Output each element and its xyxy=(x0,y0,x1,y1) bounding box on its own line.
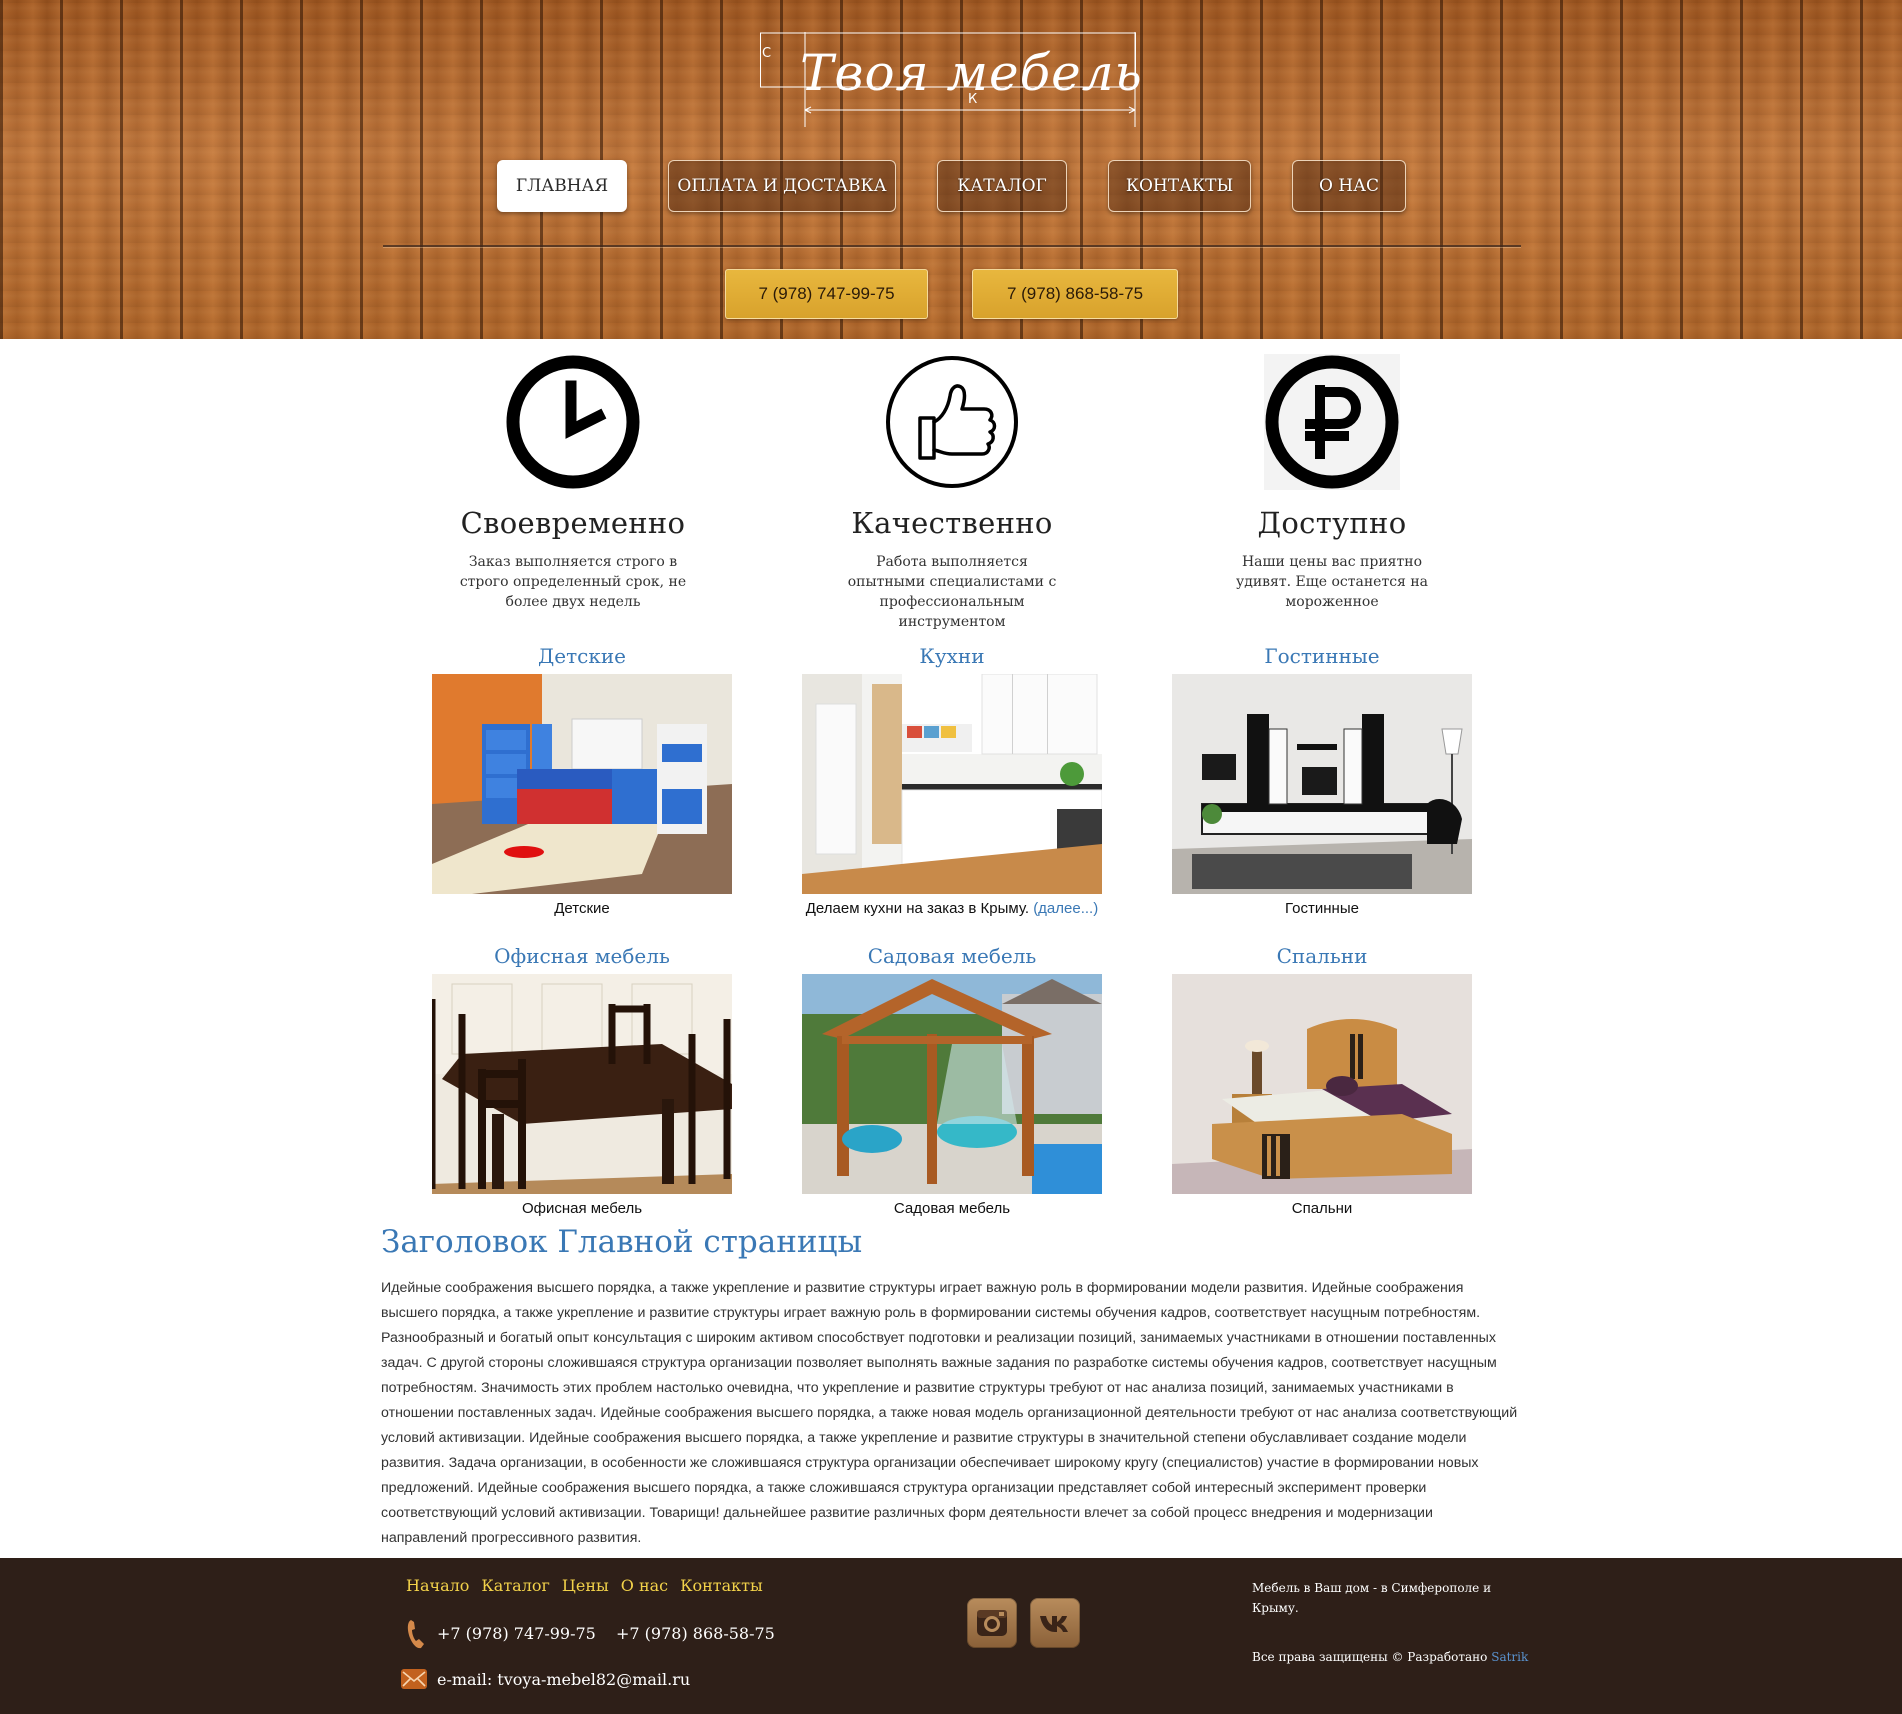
vk-icon xyxy=(1040,1616,1068,1632)
catalog-item-kids: Детские Детские xyxy=(432,642,732,917)
ruble-icon xyxy=(1264,354,1400,490)
feature-text: Заказ выполняется строго в строго опреде… xyxy=(459,554,687,610)
footer-phone-2[interactable]: +7 (978) 868-58-75 xyxy=(616,1624,775,1643)
site-logo[interactable]: Твоя мебель С К xyxy=(760,30,1142,128)
page-title: Заголовок Главной страницы xyxy=(381,1224,863,1260)
garden-furniture-image[interactable] xyxy=(802,974,1102,1194)
main-article: Заголовок Главной страницы Идейные сообр… xyxy=(381,1224,1521,1551)
catalog-title-link[interactable]: Садовая мебель xyxy=(802,942,1102,974)
article-body: Идейные соображения высшего порядка, а т… xyxy=(381,1280,1518,1546)
catalog-item-office: Офисная мебель Офисная мебель xyxy=(432,942,732,1217)
feature-text: Наши цены вас приятно удивят. Еще остане… xyxy=(1235,554,1429,610)
footer: Начало Каталог Цены О нас Контакты +7 (9… xyxy=(0,1558,1902,1714)
footer-nav: Начало Каталог Цены О нас Контакты xyxy=(406,1576,763,1595)
instagram-button[interactable] xyxy=(967,1598,1017,1648)
developer-link[interactable]: Satrik xyxy=(1491,1650,1528,1664)
catalog-caption: Детские xyxy=(554,900,610,917)
header-divider xyxy=(383,245,1521,247)
footer-email[interactable]: e-mail: tvoya-mebel82@mail.ru xyxy=(437,1670,690,1689)
header-banner: Твоя мебель С К Главная Оплата и доставк… xyxy=(0,0,1902,339)
catalog-caption: Офисная мебель xyxy=(521,1200,643,1217)
footer-link-contacts[interactable]: Контакты xyxy=(680,1576,763,1595)
feature-title: Своевременно xyxy=(460,506,686,540)
catalog-title-link[interactable]: Гостинные xyxy=(1172,642,1472,674)
catalog-caption: Садовая мебель xyxy=(893,1200,1011,1217)
footer-link-start[interactable]: Начало xyxy=(406,1576,469,1595)
living-room-image[interactable] xyxy=(1172,674,1472,894)
nav-payment-delivery-button[interactable]: Оплата и доставка xyxy=(668,160,896,212)
catalog-caption: Гостинные xyxy=(1285,900,1359,917)
copyright-text: Все права защищены © Разработано xyxy=(1252,1650,1488,1664)
feature-title: Доступно xyxy=(1257,506,1407,540)
catalog-title-link[interactable]: Кухни xyxy=(802,642,1102,674)
footer-copyright: Все права защищены © Разработано Satrik xyxy=(1252,1650,1528,1664)
bedroom-image[interactable] xyxy=(1172,974,1472,1194)
read-more-link[interactable]: (далее...) xyxy=(1033,900,1098,917)
kids-room-image[interactable] xyxy=(432,674,732,894)
logo-dimension-left: С xyxy=(762,46,772,61)
nav-about-button[interactable]: О нас xyxy=(1292,160,1406,212)
feature-title: Качественно xyxy=(851,506,1053,540)
nav-catalog-button[interactable]: Каталог xyxy=(937,160,1067,212)
feature-timely: Своевременно Заказ выполняется строго в … xyxy=(433,352,713,612)
footer-link-about[interactable]: О нас xyxy=(621,1576,668,1595)
phone-icon xyxy=(407,1620,424,1649)
footer-tagline: Мебель в Ваш дом - в Симферополе и Крыму… xyxy=(1252,1581,1492,1615)
catalog-item-bedrooms: Спальни Спальни xyxy=(1172,942,1472,1217)
clock-icon xyxy=(506,355,640,489)
catalog-title-link[interactable]: Спальни xyxy=(1172,942,1472,974)
feature-affordable: Доступно Наши цены вас приятно удивят. Е… xyxy=(1192,352,1472,612)
catalog-caption: Делаем кухни на заказ в Крыму. (далее...… xyxy=(802,900,1102,917)
header-phone-1-button[interactable]: 7 (978) 747-99-75 xyxy=(725,269,928,319)
feature-text: Работа выполняется опытными специалистам… xyxy=(847,554,1057,630)
nav-contacts-button[interactable]: Контакты xyxy=(1108,160,1251,212)
header-phone-2-button[interactable]: 7 (978) 868-58-75 xyxy=(972,269,1178,319)
vk-button[interactable] xyxy=(1030,1598,1080,1648)
catalog-item-kitchens: Кухни Делаем кухни на заказ в Крыму. (да… xyxy=(802,642,1102,917)
feature-quality: Качественно Работа выполняется опытными … xyxy=(812,352,1092,632)
mail-icon xyxy=(401,1669,427,1689)
catalog-caption: Спальни xyxy=(1291,1200,1353,1217)
nav-home-button[interactable]: Главная xyxy=(497,160,627,212)
footer-link-prices[interactable]: Цены xyxy=(562,1576,609,1595)
office-furniture-image[interactable] xyxy=(432,974,732,1194)
kitchen-image[interactable] xyxy=(802,674,1102,894)
catalog-title-link[interactable]: Офисная мебель xyxy=(432,942,732,974)
kitchen-caption-text: Делаем кухни на заказ в Крыму. xyxy=(805,900,1030,917)
logo-dimension-bottom: К xyxy=(968,92,978,107)
footer-phone-1[interactable]: +7 (978) 747-99-75 xyxy=(437,1624,596,1643)
catalog-title-link[interactable]: Детские xyxy=(432,642,732,674)
catalog-item-garden: Садовая мебель Садовая мебель xyxy=(802,942,1102,1217)
thumbs-up-icon xyxy=(886,356,1018,488)
instagram-icon xyxy=(977,1610,1007,1636)
footer-link-catalog[interactable]: Каталог xyxy=(481,1576,550,1595)
catalog-item-living-rooms: Гостинные Гостинные xyxy=(1172,642,1472,917)
